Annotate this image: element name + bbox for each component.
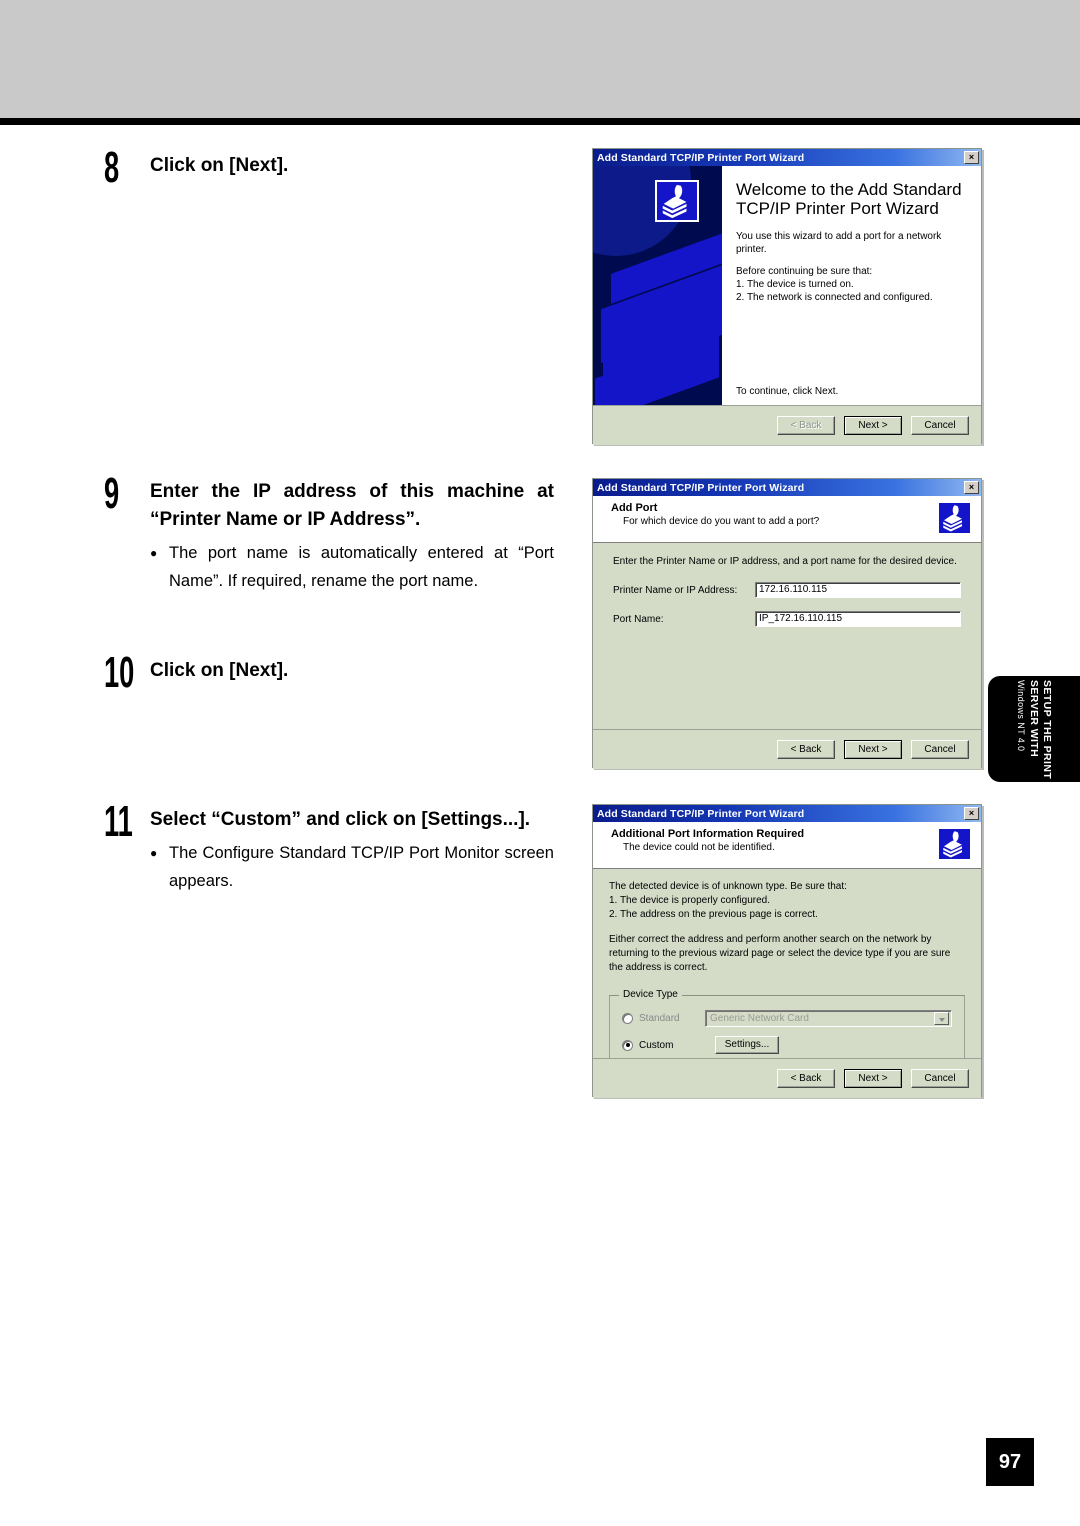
additional-info-header-title: Additional Port Information Required	[611, 828, 805, 840]
printer-name-input[interactable]: 172.16.110.115	[755, 582, 961, 598]
welcome-heading-line-2: TCP/IP Printer Port Wizard	[736, 199, 939, 218]
additional-info-header: Additional Port Information Required The…	[593, 822, 981, 869]
dialog-add-port-title: Add Standard TCP/IP Printer Port Wizard	[597, 481, 805, 494]
dialog-welcome: Add Standard TCP/IP Printer Port Wizard …	[592, 148, 982, 445]
close-icon[interactable]: ×	[964, 481, 979, 494]
radio-standard-icon[interactable]	[622, 1013, 633, 1024]
side-tab-line-1: SETUP THE PRINT	[1041, 680, 1054, 780]
welcome-heading-line-1: Welcome to the Add Standard	[736, 180, 962, 199]
welcome-bullet-1: 1. The device is turned on.	[736, 279, 854, 290]
section-side-tab: SETUP THE PRINT SERVER WITH Windows NT 4…	[988, 676, 1080, 782]
port-name-input[interactable]: IP_172.16.110.115	[755, 611, 961, 627]
unknown-device-message: The detected device is of unknown type. …	[609, 880, 965, 922]
dialog-welcome-titlebar[interactable]: Add Standard TCP/IP Printer Port Wizard …	[593, 149, 981, 166]
step-11: 11 Select “Custom” and click on [Setting…	[104, 800, 554, 895]
dialog-additional-info-titlebar[interactable]: Add Standard TCP/IP Printer Port Wizard …	[593, 805, 981, 822]
step-9: 9 Enter the IP address of this machine a…	[104, 472, 554, 595]
welcome-prerequisites: Before continuing be sure that: 1. The d…	[736, 265, 969, 304]
dialog-add-port-titlebar[interactable]: Add Standard TCP/IP Printer Port Wizard …	[593, 479, 981, 496]
unknown-device-line-1: The detected device is of unknown type. …	[609, 881, 847, 892]
dialog-additional-info-title: Add Standard TCP/IP Printer Port Wizard	[597, 807, 805, 820]
close-icon[interactable]: ×	[964, 151, 979, 164]
dialog-welcome-title: Add Standard TCP/IP Printer Port Wizard	[597, 151, 805, 164]
step-8-number: 8	[104, 143, 120, 192]
step-11-note: The Configure Standard TCP/IP Port Monit…	[150, 839, 554, 895]
welcome-bullet-2: 2. The network is connected and configur…	[736, 292, 933, 303]
unknown-device-line-3: 2. The address on the previous page is c…	[609, 909, 818, 920]
printer-port-icon	[937, 827, 972, 861]
dialog-additional-info-footer: < Back Next > Cancel	[593, 1058, 981, 1098]
back-button[interactable]: < Back	[777, 416, 835, 435]
device-type-custom-row[interactable]: Custom Settings...	[622, 1036, 952, 1054]
printer-port-icon	[937, 501, 972, 535]
radio-custom-label: Custom	[639, 1039, 674, 1051]
add-port-header-subtitle: For which device do you want to add a po…	[623, 516, 820, 527]
dialog-additional-port-info: Add Standard TCP/IP Printer Port Wizard …	[592, 804, 982, 1098]
page-header-rule	[0, 118, 1080, 125]
side-tab-line-2: SERVER WITH	[1028, 680, 1041, 758]
next-button[interactable]: Next >	[844, 416, 902, 435]
back-button[interactable]: < Back	[777, 1069, 835, 1088]
port-name-label: Port Name:	[613, 613, 664, 625]
correct-address-message: Either correct the address and perform a…	[609, 934, 951, 973]
page-header-band	[0, 0, 1080, 118]
radio-custom-icon[interactable]	[622, 1039, 633, 1051]
page-number: 97	[986, 1438, 1034, 1486]
printer-port-icon	[655, 180, 699, 222]
next-button[interactable]: Next >	[844, 1069, 902, 1088]
welcome-heading: Welcome to the Add Standard TCP/IP Print…	[736, 180, 969, 218]
step-11-number: 11	[104, 797, 133, 846]
additional-info-header-subtitle: The device could not be identified.	[623, 842, 775, 853]
close-icon[interactable]: ×	[964, 807, 979, 820]
printer-name-label: Printer Name or IP Address:	[613, 584, 738, 596]
settings-button[interactable]: Settings...	[715, 1036, 779, 1054]
side-tab-line-3: Windows NT 4.0	[1016, 680, 1027, 752]
cancel-button[interactable]: Cancel	[911, 416, 969, 435]
device-type-standard-row[interactable]: Standard Generic Network Card	[622, 1010, 952, 1027]
add-port-header-title: Add Port	[611, 502, 658, 514]
dialog-add-port-footer: < Back Next > Cancel	[593, 729, 981, 769]
next-button[interactable]: Next >	[844, 740, 902, 759]
step-10-title: Click on [Next].	[150, 660, 289, 681]
welcome-footer-hint: To continue, click Next.	[736, 386, 839, 397]
add-port-instruction: Enter the Printer Name or IP address, an…	[613, 556, 957, 567]
step-8: 8 Click on [Next].	[104, 146, 554, 190]
standard-device-dropdown[interactable]: Generic Network Card	[705, 1010, 952, 1027]
step-9-note: The port name is automatically entered a…	[150, 539, 554, 595]
cancel-button[interactable]: Cancel	[911, 1069, 969, 1088]
step-10-number: 10	[104, 648, 135, 697]
printer-name-row: Printer Name or IP Address: 172.16.110.1…	[613, 582, 961, 598]
welcome-before-label: Before continuing be sure that:	[736, 266, 873, 277]
cancel-button[interactable]: Cancel	[911, 740, 969, 759]
step-9-title: Enter the IP address of this machine at …	[150, 481, 554, 530]
port-name-row: Port Name: IP_172.16.110.115	[613, 611, 961, 627]
dialog-welcome-footer: < Back Next > Cancel	[593, 405, 981, 445]
dialog-add-port: Add Standard TCP/IP Printer Port Wizard …	[592, 478, 982, 769]
add-port-header: Add Port For which device do you want to…	[593, 496, 981, 543]
step-9-number: 9	[104, 469, 120, 518]
device-type-legend: Device Type	[619, 989, 682, 1000]
wizard-banner-graphic	[593, 166, 722, 405]
unknown-device-line-2: 1. The device is properly configured.	[609, 895, 771, 906]
chevron-down-icon[interactable]	[934, 1012, 949, 1025]
step-11-title: Select “Custom” and click on [Settings..…	[150, 809, 531, 830]
step-10: 10 Click on [Next].	[104, 651, 554, 695]
radio-standard-label: Standard	[639, 1013, 680, 1024]
welcome-intro-text: You use this wizard to add a port for a …	[736, 231, 942, 255]
back-button[interactable]: < Back	[777, 740, 835, 759]
standard-device-value: Generic Network Card	[710, 1013, 809, 1024]
step-8-title: Click on [Next].	[150, 155, 289, 176]
